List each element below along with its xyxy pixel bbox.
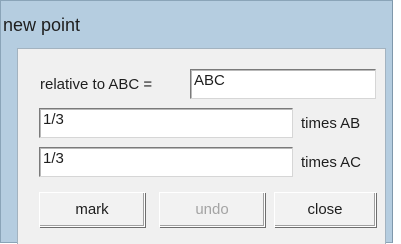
ac-factor-input[interactable]: 1/3 xyxy=(39,147,293,177)
times-ac-label: times AC xyxy=(301,154,362,171)
close-button[interactable]: close xyxy=(274,192,376,227)
window-title: new point xyxy=(3,15,81,35)
undo-button[interactable]: undo xyxy=(159,192,265,227)
dialog-client-area: relative to ABC = ABC 1/3 times AB 1/3 t… xyxy=(17,48,386,244)
relative-to-input[interactable]: ABC xyxy=(190,69,376,99)
relative-to-label: relative to ABC = xyxy=(40,76,153,93)
mark-button[interactable]: mark xyxy=(39,192,145,227)
ab-factor-input[interactable]: 1/3 xyxy=(39,108,293,138)
dialog-window: new point relative to ABC = ABC 1/3 time… xyxy=(0,0,393,244)
times-ab-label: times AB xyxy=(301,115,361,132)
